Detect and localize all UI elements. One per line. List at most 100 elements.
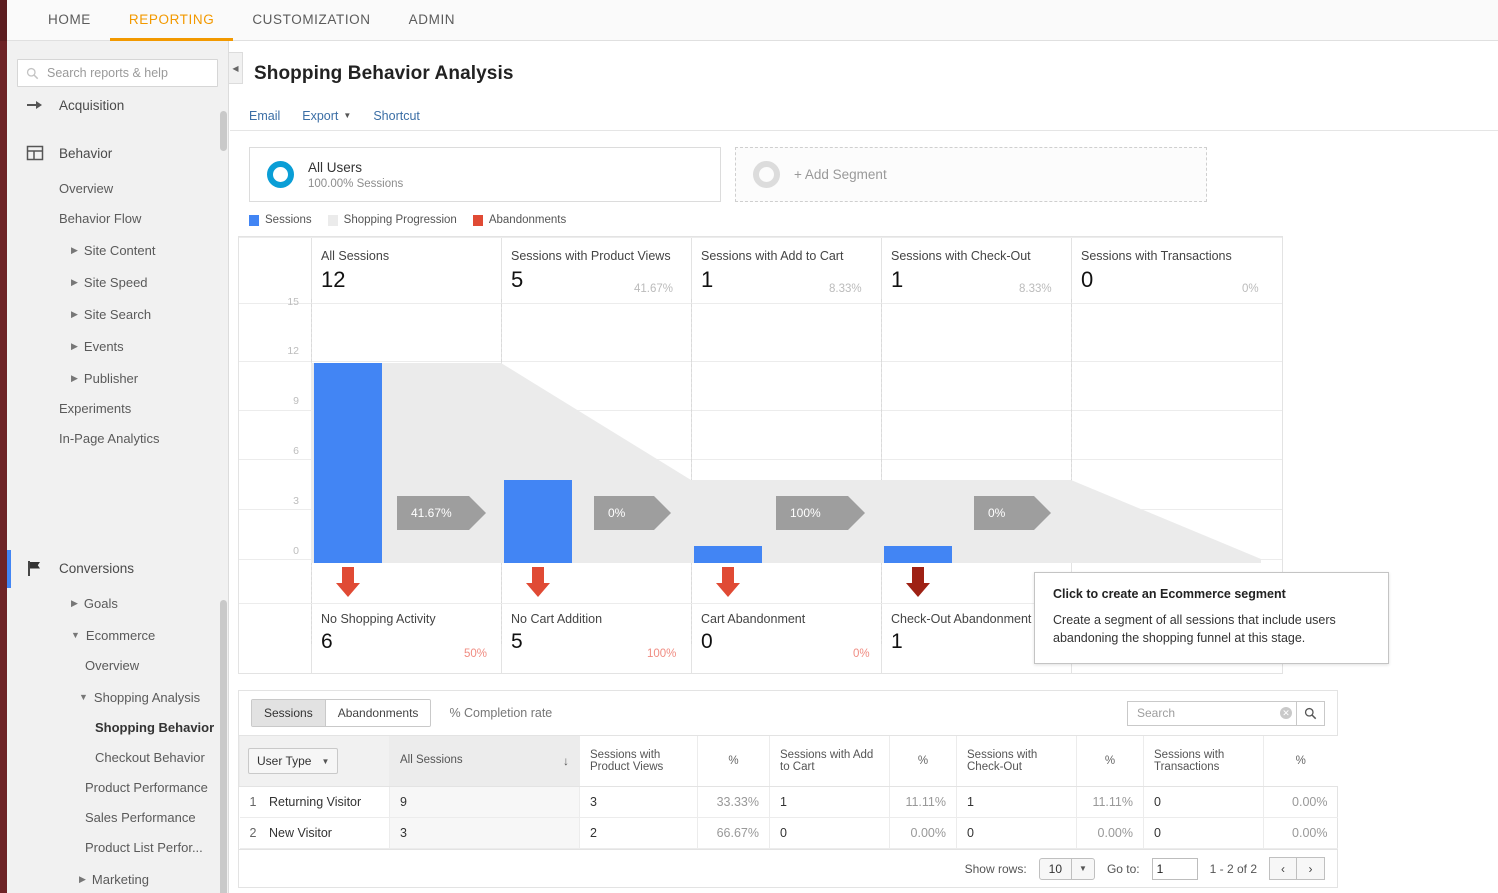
table-cell-pct-3: 11.11% [1077,787,1144,818]
sidebar-item-ecommerce[interactable]: ▼ Ecommerce [7,619,228,651]
bar-add-to-cart[interactable] [694,546,762,563]
column-header-product-views[interactable]: Sessions with Product Views [580,736,698,787]
sidebar-group-behavior[interactable]: Behavior [7,135,228,171]
column-header-transactions[interactable]: Sessions with Transactions [1144,736,1264,787]
search-box[interactable] [17,59,218,87]
topnav-item-reporting[interactable]: REPORTING [110,0,233,41]
column-header-all-sessions[interactable]: All Sessions ↓ [390,736,580,787]
abandonment-value: 6 [321,630,436,654]
sidebar-item-shopping-behavior[interactable]: Shopping Behavior [7,711,228,743]
bar-check-out[interactable] [884,546,952,563]
sidebar-scrollbar-thumb-top[interactable] [220,111,227,151]
bar-all-sessions[interactable] [314,363,382,563]
row-dimension-value[interactable]: New Visitor [269,826,332,840]
sidebar-item-ecommerce-overview[interactable]: Overview [7,649,228,681]
sidebar-item-experiments[interactable]: Experiments [7,392,228,424]
user-type-dropdown[interactable]: User Type ▼ [248,748,338,774]
sidebar-item-site-search[interactable]: ▶ Site Search [7,298,228,330]
sidebar-item-events[interactable]: ▶ Events [7,330,228,362]
table-cell-product-views: 3 [580,787,698,818]
abandonment-arrow-no-cart-addition[interactable] [523,567,553,601]
sidebar-group-conversions[interactable]: Conversions [7,550,228,586]
sidebar-item-in-page-analytics[interactable]: In-Page Analytics [7,422,228,454]
sidebar-item-sales-performance[interactable]: Sales Performance [7,801,228,833]
sidebar-item-checkout-behavior[interactable]: Checkout Behavior [7,741,228,773]
sidebar-group-acquisition-label: Acquisition [59,98,124,113]
table-cell-add-to-cart: 1 [770,787,890,818]
add-segment-button[interactable]: + Add Segment [735,147,1207,202]
sidebar-item-label: Marketing [92,872,149,887]
table-row[interactable]: 2 New Visitor 3 2 66.67% 0 0.00% 0 0.00%… [240,818,1338,849]
goto-page-input[interactable] [1152,858,1198,880]
sidebar-item-goals[interactable]: ▶ Goals [7,587,228,619]
top-navigation-bar: HOME REPORTING CUSTOMIZATION ADMIN [7,0,1498,41]
segment-bar: All Users 100.00% Sessions + Add Segment [230,131,1498,202]
sidebar-group-acquisition[interactable]: Acquisition [7,87,228,123]
shortcut-button[interactable]: Shortcut [373,109,420,123]
prev-page-button[interactable]: ‹ [1269,857,1297,880]
sidebar-item-publisher[interactable]: ▶ Publisher [7,362,228,394]
table-search-button[interactable] [1297,701,1325,726]
abandonment-cart-abandonment: Cart Abandonment 0 [701,612,805,654]
sidebar-item-label: Experiments [59,401,131,416]
completion-rate-label[interactable]: % Completion rate [449,706,552,720]
legend-item-sessions: Sessions [249,214,312,226]
sidebar-item-product-list-performance[interactable]: Product List Perfor... [7,831,228,863]
legend-label: Shopping Progression [344,214,457,226]
export-button[interactable]: Export ▼ [302,109,351,123]
search-icon [26,67,39,80]
export-label[interactable]: Export [302,109,338,123]
sidebar-nav: Acquisition Behavior Overview Behavior F… [7,95,228,890]
topnav-item-customization[interactable]: CUSTOMIZATION [233,0,389,41]
sidebar-item-shopping-analysis[interactable]: ▼ Shopping Analysis [7,681,228,713]
email-button[interactable]: Email [249,109,280,123]
abandonment-arrow-check-out-abandonment[interactable] [903,567,933,601]
column-header-check-out[interactable]: Sessions with Check-Out [957,736,1077,787]
bar-product-views[interactable] [504,480,572,563]
sidebar-item-marketing[interactable]: ▶ Marketing [7,863,228,893]
abandonment-percent-0: 50% [464,648,487,660]
table-row[interactable]: 1 Returning Visitor 9 3 33.33% 1 11.11% … [240,787,1338,818]
abandonment-no-shopping-activity: No Shopping Activity 6 [321,612,436,654]
segment-all-users[interactable]: All Users 100.00% Sessions [249,147,721,202]
tab-abandonments[interactable]: Abandonments [326,700,431,726]
column-header-pct-1[interactable]: % [698,736,770,787]
abandonment-arrow-no-shopping-activity[interactable] [333,567,363,601]
clear-search-icon[interactable]: ✕ [1280,707,1292,719]
legend-swatch-abandonments [473,215,483,226]
sidebar-item-behavior-overview[interactable]: Overview [7,172,228,204]
table-search-box[interactable]: ✕ [1127,701,1297,726]
sidebar-scrollbar-thumb[interactable] [220,600,227,893]
table-search-input[interactable] [1135,705,1280,721]
table-cell-product-views: 2 [580,818,698,849]
next-page-button[interactable]: › [1297,857,1325,880]
goto-label: Go to: [1107,862,1140,876]
sidebar-item-behavior-flow[interactable]: Behavior Flow [7,202,228,234]
left-accent-rail [0,0,7,893]
sidebar-item-label: Shopping Analysis [94,690,200,705]
tab-sessions[interactable]: Sessions [252,700,326,726]
column-header-pct-3[interactable]: % [1077,736,1144,787]
row-dimension-value[interactable]: Returning Visitor [269,795,361,809]
rows-per-page-select[interactable]: 10 ▼ [1039,858,1095,880]
sidebar-item-site-content[interactable]: ▶ Site Content [7,234,228,266]
search-input[interactable] [45,65,209,81]
sidebar-item-product-performance[interactable]: Product Performance [7,771,228,803]
topnav-item-admin[interactable]: ADMIN [390,0,475,41]
sidebar-item-label: Site Content [84,243,156,258]
topnav-item-home[interactable]: HOME [29,0,110,41]
sidebar-item-site-speed[interactable]: ▶ Site Speed [7,266,228,298]
table-cell-all-sessions: 3 [390,818,580,849]
table-search: ✕ [1127,701,1325,726]
segment-subtitle: 100.00% Sessions [308,178,403,190]
column-header-add-to-cart[interactable]: Sessions with Add to Cart [770,736,890,787]
table-cell-pct-1: 66.67% [698,818,770,849]
column-header-pct-2[interactable]: % [890,736,957,787]
column-header-pct-4[interactable]: % [1264,736,1338,787]
table-cell-check-out: 1 [957,787,1077,818]
search-icon [1304,707,1317,720]
abandonment-arrow-cart-abandonment[interactable] [713,567,743,601]
sidebar-collapse-toggle[interactable]: ◀ [229,52,243,84]
progression-wedges [239,237,1284,563]
chevron-right-icon: ▶ [71,599,78,608]
